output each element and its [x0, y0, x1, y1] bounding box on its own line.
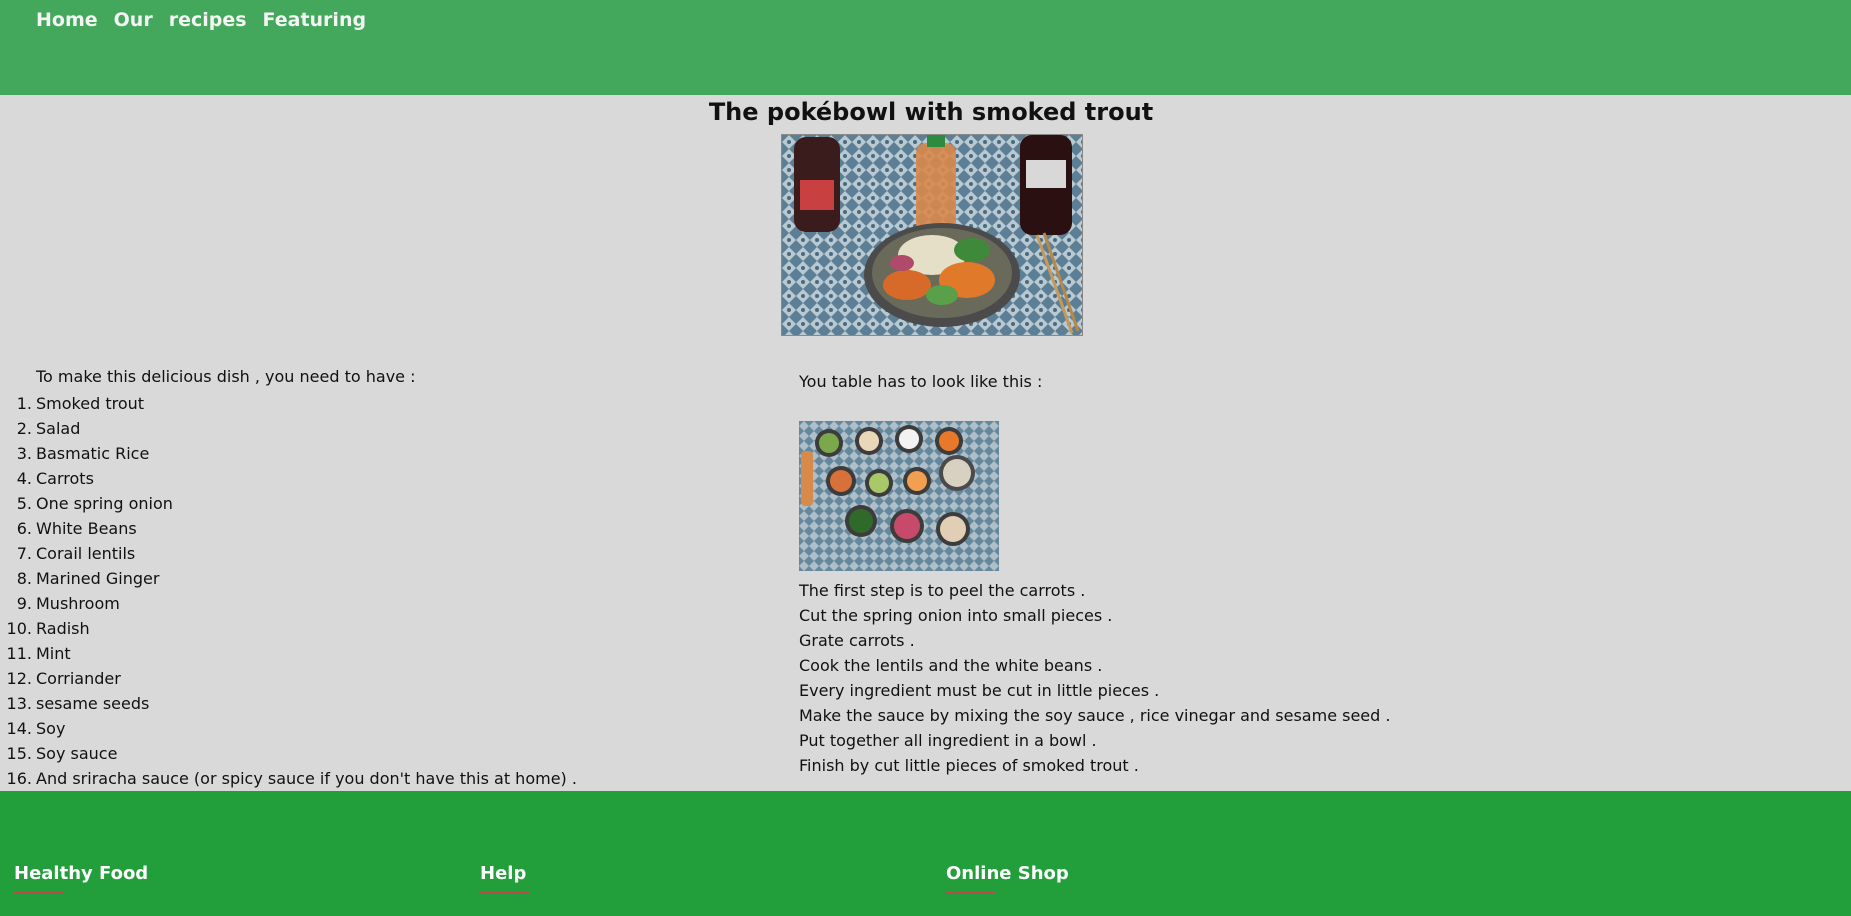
ingredient-text: Marined Ginger: [36, 569, 160, 588]
list-item: 2. Salad: [16, 419, 81, 438]
nav-link-recipes[interactable]: recipes: [169, 9, 247, 31]
footer-column-healthy-food: Healthy Food: [14, 863, 148, 894]
nav-link-featuring[interactable]: Featuring: [263, 9, 367, 31]
ingredient-text: One spring onion: [36, 494, 173, 513]
list-item: 1. Smoked trout: [16, 394, 145, 413]
ingredient-text: Mushroom: [36, 594, 120, 613]
list-item: 9. Mushroom: [16, 594, 120, 613]
list-item: 7. Corail lentils: [16, 544, 136, 563]
ingredient-text: White Beans: [36, 519, 137, 538]
step-text: Make the sauce by mixing the soy sauce ,…: [799, 706, 1391, 725]
footer-column-help: Help: [480, 863, 530, 894]
ingredient-text: Salad: [36, 419, 81, 438]
footer-heading: Online Shop: [946, 863, 1069, 884]
list-item: 11. Mint: [6, 644, 71, 663]
step-text: Cook the lentils and the white beans .: [799, 656, 1103, 675]
list-item: 5. One spring onion: [16, 494, 173, 513]
nav-link-our[interactable]: Our: [114, 9, 153, 31]
step-text: The first step is to peel the carrots .: [799, 581, 1086, 600]
step-text: Finish by cut little pieces of smoked tr…: [799, 756, 1139, 775]
list-item: 6. White Beans: [16, 519, 137, 538]
step-text: Cut the spring onion into small pieces .: [799, 606, 1113, 625]
ingredient-text: And sriracha sauce (or spicy sauce if yo…: [36, 769, 577, 788]
heading-underline: [14, 892, 64, 894]
ingredient-text: Soy sauce: [36, 744, 118, 763]
footer: Healthy Food Help Online Shop: [0, 791, 1851, 916]
step-text: Put together all ingredient in a bowl .: [799, 731, 1097, 750]
ingredient-text: Carrots: [36, 469, 94, 488]
ingredient-text: Soy: [36, 719, 66, 738]
ingredient-text: Basmatic Rice: [36, 444, 150, 463]
step-text: Grate carrots .: [799, 631, 915, 650]
footer-heading: Healthy Food: [14, 863, 149, 884]
list-item: 10. Radish: [6, 619, 90, 638]
ingredient-text: Radish: [36, 619, 90, 638]
ingredient-text: Smoked trout: [36, 394, 145, 413]
nav-link-home[interactable]: Home: [36, 9, 98, 31]
heading-underline: [946, 892, 996, 894]
top-navigation-bar: Home Our recipes Featuring: [0, 0, 1851, 95]
ingredients-table-photo: [799, 421, 999, 571]
list-item: 4. Carrots: [16, 469, 94, 488]
list-item: 16. And sriracha sauce (or spicy sauce if…: [6, 769, 577, 788]
step-text: Every ingredient must be cut in little p…: [799, 681, 1160, 700]
list-item: 15. Soy sauce: [6, 744, 118, 763]
footer-heading: Help: [480, 863, 527, 884]
list-item: 13. sesame seeds: [6, 694, 150, 713]
list-item: 3. Basmatic Rice: [16, 444, 150, 463]
list-item: 12. Corriander: [6, 669, 121, 688]
footer-column-online-shop: Online Shop: [946, 863, 1069, 894]
list-item: 14. Soy: [6, 719, 66, 738]
ingredient-text: Mint: [36, 644, 71, 663]
ingredient-text: Corail lentils: [36, 544, 136, 563]
list-item: 8. Marined Ginger: [16, 569, 160, 588]
pokebowl-photo: [781, 134, 1083, 336]
heading-underline: [480, 892, 530, 894]
table-intro: You table has to look like this :: [799, 372, 1043, 391]
main-nav: Home Our recipes Featuring: [36, 9, 366, 31]
steps-list: The first step is to peel the carrots . …: [799, 578, 1390, 778]
ingredient-text: Corriander: [36, 669, 121, 688]
page-title: The pokébowl with smoked trout: [708, 98, 1154, 126]
ingredient-text: sesame seeds: [36, 694, 150, 713]
ingredients-list: 1. Smoked trout 2. Salad 3. Basmatic Rice 4…: [6, 391, 577, 791]
ingredients-intro: To make this delicious dish , you need t…: [36, 367, 416, 386]
